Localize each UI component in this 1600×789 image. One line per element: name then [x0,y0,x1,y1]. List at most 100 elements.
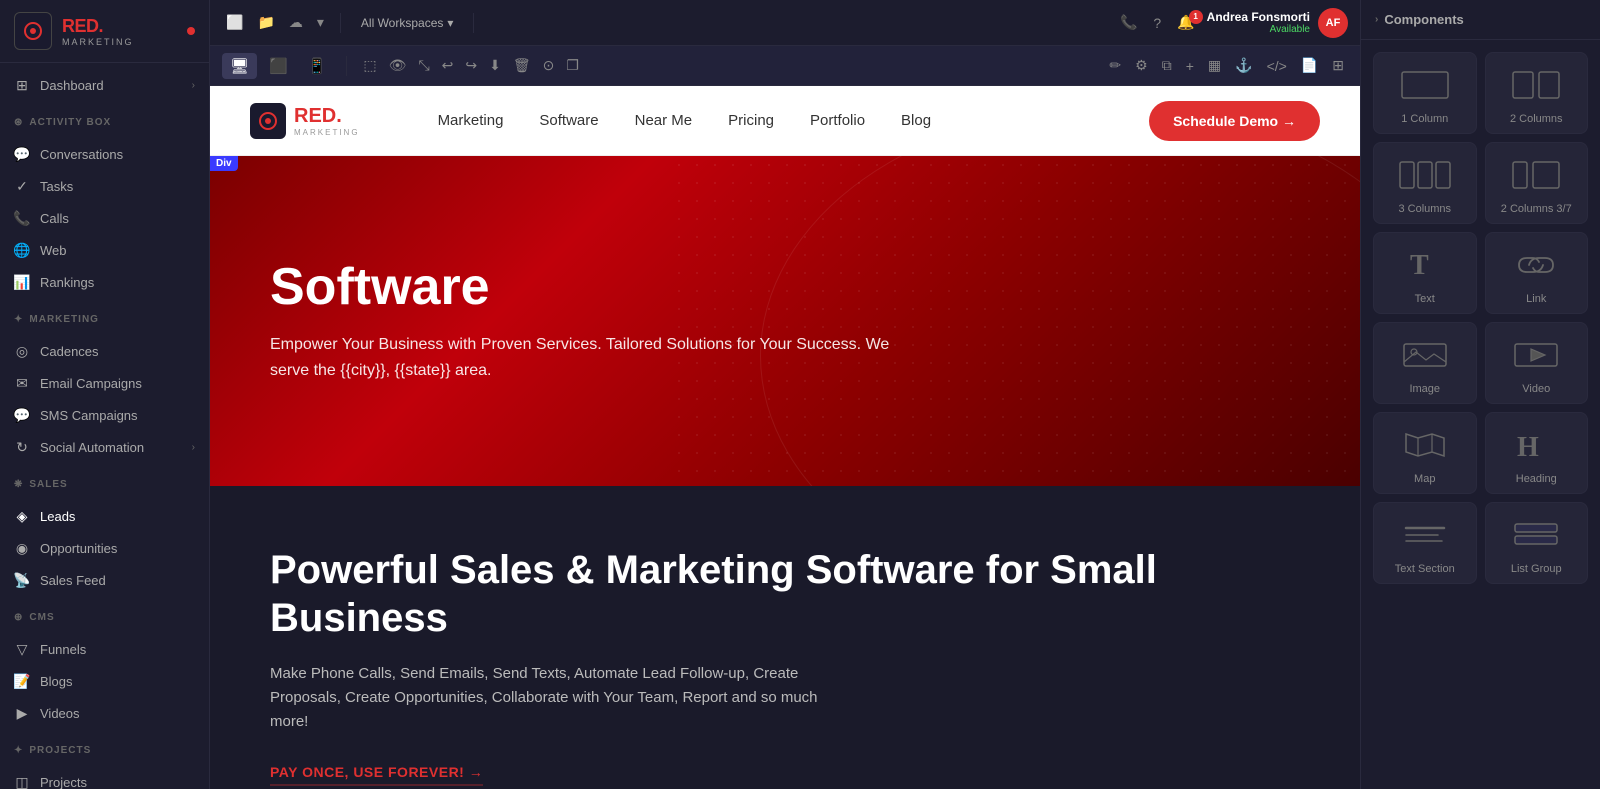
phone-icon[interactable]: 📞 [1116,10,1141,35]
sidebar-item-web[interactable]: 🌐 Web [0,234,209,266]
cms-header: ⊕ CMS [0,602,209,627]
layers-icon[interactable]: ⧉ [1158,53,1176,78]
dropdown-icon[interactable]: ▾ [313,10,328,35]
main-area: ⬜ 📁 ☁ ▾ All Workspaces ▾ 📞 ? 🔔 1 Andrea … [210,0,1360,789]
cta-link[interactable]: PAY ONCE, USE FOREVER! → [270,764,483,786]
schedule-demo-button[interactable]: Schedule Demo → [1149,101,1320,141]
save-cloud-icon[interactable]: ☁ [285,10,307,35]
image-icon [1395,335,1455,375]
tablet-view-button[interactable]: ⬛ [261,53,296,79]
download-icon[interactable]: ⬇ [485,53,505,78]
edit-icon[interactable]: ✏ [1105,53,1125,78]
anchor-icon[interactable]: ⚓ [1231,53,1256,78]
site-logo-text: RED. [294,105,360,128]
rankings-icon: 📊 [14,274,30,290]
sidebar-item-cadences[interactable]: ◎ Cadences [0,335,209,367]
component-heading[interactable]: H Heading [1485,412,1589,494]
projects-header: ✦ PROJECTS [0,735,209,760]
undo-icon[interactable]: ↩ [438,53,458,78]
new-file-icon[interactable]: ⬜ [222,10,247,35]
component-3-columns[interactable]: 3 Columns [1373,142,1477,224]
code-icon[interactable]: </> [1263,54,1291,78]
component-text-section[interactable]: Text Section [1373,502,1477,584]
3-columns-icon [1395,155,1455,195]
nav-link-portfolio[interactable]: Portfolio [792,104,883,137]
nav-link-pricing[interactable]: Pricing [710,104,792,137]
notifications-button[interactable]: 🔔 1 [1173,14,1198,32]
nav-link-blog[interactable]: Blog [883,104,949,137]
page-icon[interactable]: 📄 [1297,53,1322,78]
component-2-columns[interactable]: 2 Columns [1485,52,1589,134]
sidebar-item-blogs[interactable]: 📝 Blogs [0,665,209,697]
component-label: 2 Columns 3/7 [1501,203,1572,215]
sidebar-item-videos[interactable]: ▶ Videos [0,697,209,729]
desktop-view-button[interactable]: 🖥 [222,53,257,79]
component-image[interactable]: Image [1373,322,1477,404]
nav-link-near-me[interactable]: Near Me [617,104,711,137]
settings-gear-icon[interactable]: ⚙ [1131,53,1152,78]
component-label: Map [1414,473,1435,485]
sidebar-item-projects[interactable]: ◫ Projects [0,766,209,789]
sidebar-item-opportunities[interactable]: ◉ Opportunities [0,532,209,564]
nav-link-marketing[interactable]: Marketing [420,104,522,137]
sidebar-item-calls[interactable]: 📞 Calls [0,202,209,234]
sidebar-item-leads[interactable]: ◈ Leads [0,500,209,532]
site-nav: RED. MARKETING Marketing Software Near M… [210,86,1360,156]
mobile-view-button[interactable]: 📱 [300,53,335,79]
selection-icon[interactable]: ⬚ [359,53,380,78]
sidebar-item-conversations[interactable]: 💬 Conversations [0,138,209,170]
content-title: Powerful Sales & Marketing Software for … [270,546,1300,642]
projects-icon: ◫ [14,774,30,789]
notification-badge: 1 [1189,10,1203,24]
workspace-selector[interactable]: All Workspaces ▾ [353,12,462,34]
sidebar: RED. MARKETING ⊞ Dashboard › ⊛ ACTIVITY … [0,0,210,789]
sidebar-item-rankings[interactable]: 📊 Rankings [0,266,209,298]
expand-icon[interactable]: ⊞ [1328,53,1348,78]
component-list-group[interactable]: List Group [1485,502,1589,584]
component-text[interactable]: T Text [1373,232,1477,314]
component-map[interactable]: Map [1373,412,1477,494]
component-2-columns-37[interactable]: 2 Columns 3/7 [1485,142,1589,224]
add-icon[interactable]: + [1182,54,1198,78]
site-logo: RED. MARKETING [250,103,360,139]
delete-icon[interactable]: 🗑 [509,53,535,78]
component-link[interactable]: Link [1485,232,1589,314]
help-icon[interactable]: ? [1149,11,1165,35]
sidebar-item-social-automation[interactable]: ↻ Social Automation › [0,431,209,463]
component-1-column[interactable]: 1 Column [1373,52,1477,134]
component-video[interactable]: Video [1485,322,1589,404]
sidebar-item-sales-feed[interactable]: 📡 Sales Feed [0,564,209,596]
sidebar-item-label: Social Automation [40,440,144,455]
1-column-icon [1395,65,1455,105]
sidebar-item-sms-campaigns[interactable]: 💬 SMS Campaigns [0,399,209,431]
sidebar-item-email-campaigns[interactable]: ✉ Email Campaigns [0,367,209,399]
folder-icon[interactable]: 📁 [253,10,278,35]
sidebar-item-label: Projects [40,775,87,789]
copy-icon[interactable]: ❐ [562,53,583,78]
sidebar-item-label: Blogs [40,674,73,689]
activity-box-dot: ⊛ [14,117,23,128]
marketing-dot: ✦ [14,314,23,325]
link-icon [1506,245,1566,285]
cadences-icon: ◎ [14,343,30,359]
redo-icon[interactable]: ↪ [461,53,481,78]
site-nav-links: Marketing Software Near Me Pricing Portf… [420,104,1150,137]
toolbar-right: 📞 ? 🔔 1 Andrea Fonsmorti Available AF [1116,8,1348,38]
template-icon[interactable]: ▦ [1204,53,1225,78]
sidebar-item-dashboard[interactable]: ⊞ Dashboard › [0,69,209,101]
div-marker: Div [210,156,238,171]
toolbar-divider-2 [473,13,474,33]
eye-icon[interactable]: 👁 [385,53,411,78]
sidebar-item-tasks[interactable]: ✓ Tasks [0,170,209,202]
text-icon: T [1395,245,1455,285]
sidebar-item-funnels[interactable]: ▽ Funnels [0,633,209,665]
sidebar-logo-text: RED. [62,16,134,37]
circle-icon[interactable]: ⊙ [539,53,559,78]
hero-title: Software [270,259,920,316]
nav-link-software[interactable]: Software [521,104,616,137]
marketing-nav-section: ◎ Cadences ✉ Email Campaigns 💬 SMS Campa… [0,329,209,469]
resize-icon[interactable]: ⤡ [414,53,433,78]
sidebar-item-label: Leads [40,509,75,524]
user-avatar[interactable]: AF [1318,8,1348,38]
component-label: 3 Columns [1398,203,1451,215]
